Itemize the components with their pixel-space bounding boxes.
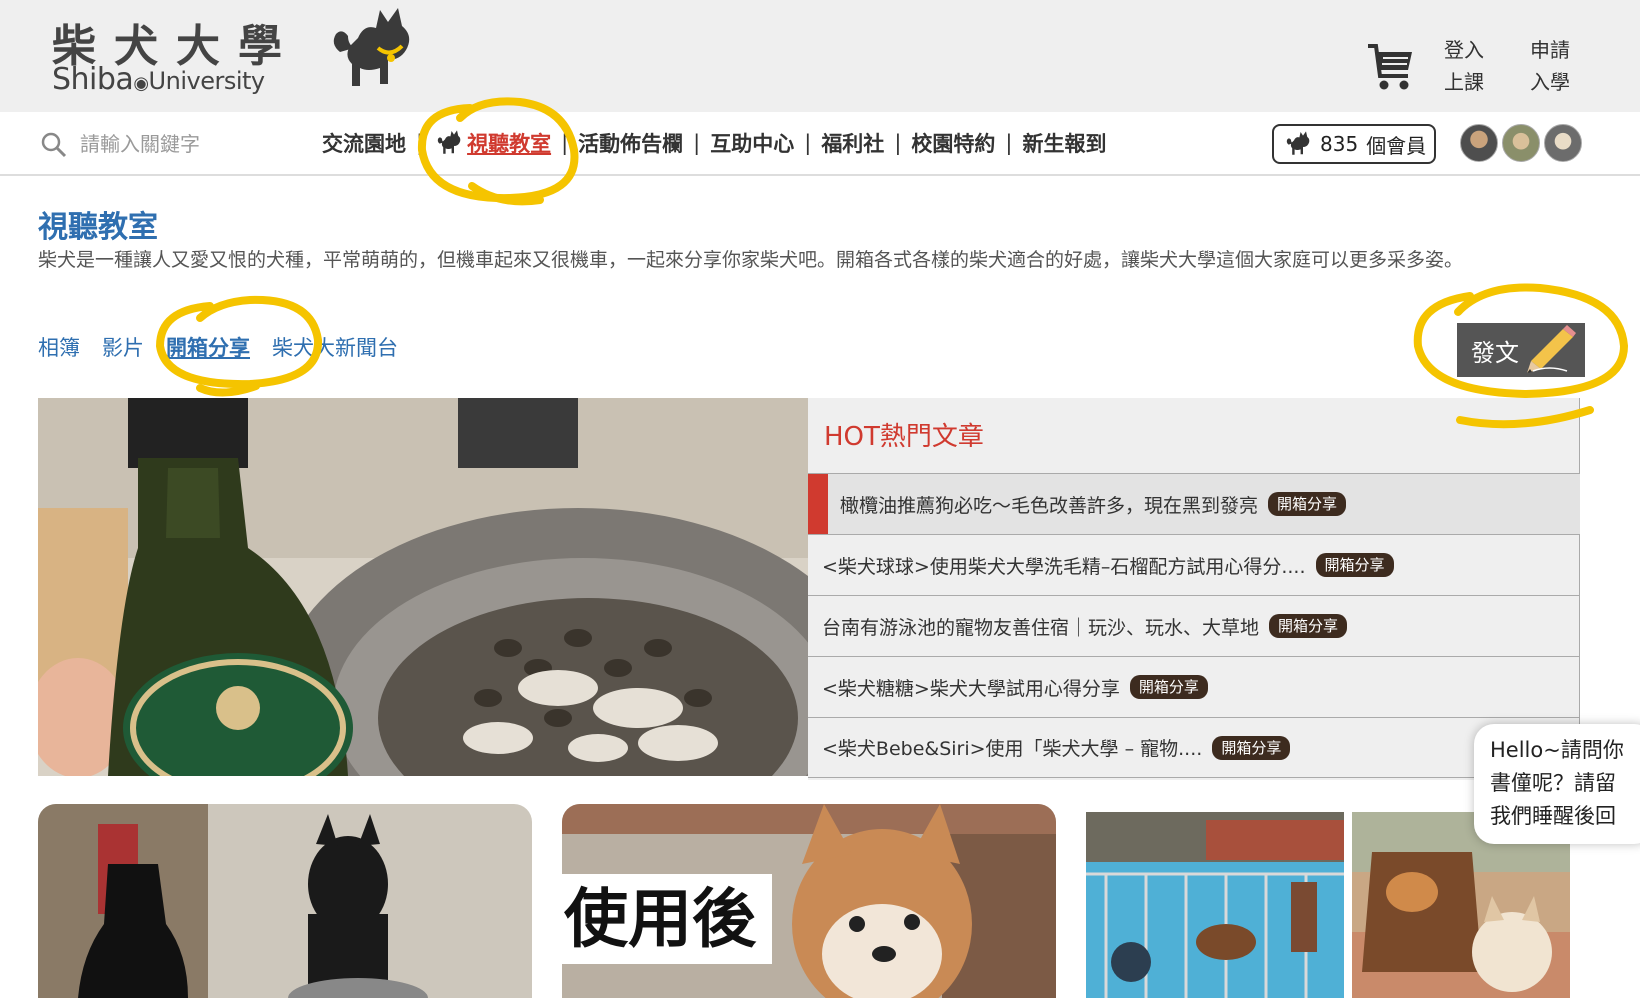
nav-item-welfare[interactable]: 福利社 (821, 128, 884, 158)
nav-separator: | (561, 131, 569, 155)
hot-article-title: 台南有游泳池的寵物友善住宿｜玩沙、玩水、大草地 (822, 616, 1260, 639)
sub-tabs: 相簿 影片 開箱分享 柴犬大新聞台 (38, 332, 398, 362)
chat-line: 我們睡醒後回 (1490, 804, 1616, 828)
hot-articles-panel: HOT熱門文章 橄欖油推薦狗必吃～毛色改善許多，現在黑到發亮 開箱分享 <柴犬球… (808, 398, 1580, 780)
chat-line: 書僮呢？請留 (1490, 771, 1616, 795)
search-box[interactable] (36, 127, 298, 161)
login-line1: 登入 (1444, 38, 1484, 62)
cart-icon[interactable] (1366, 40, 1416, 92)
pencil-icon (1527, 325, 1576, 373)
member-label: 個會員 (1366, 133, 1427, 158)
nav-separator: | (416, 131, 424, 155)
search-icon (41, 132, 67, 158)
post-card-image (1086, 812, 1344, 998)
hot-article-title: <柴犬糖糖>柴犬大學試用心得分享 (822, 677, 1120, 700)
olive-oil-photo (38, 398, 808, 776)
page-description: 柴犬是一種讓人又愛又恨的犬種，平常萌萌的，但機車起來又很機車，一起來分享你家柴犬… (38, 249, 1464, 271)
member-count-badge[interactable]: 835 個會員 (1272, 124, 1436, 164)
chat-line: Hello~請問你 (1490, 738, 1624, 762)
site-header: 柴犬大學 Shiba◉University 登入 上課 申請 入學 (0, 0, 1640, 112)
login-line2: 上課 (1444, 70, 1484, 94)
chat-widget-bubble[interactable]: Hello~請問你 書僮呢？請留 我們睡醒後回 (1474, 724, 1640, 844)
nav-separator: | (1005, 131, 1013, 155)
hot-article-title: <柴犬球球>使用柴犬大學洗毛精–石榴配方試用心得分.... (822, 555, 1306, 578)
post-card[interactable] (1086, 812, 1344, 1006)
hot-article-row[interactable]: <柴犬Bebe&Siri>使用「柴犬大學 – 寵物.... 開箱分享 (808, 717, 1580, 778)
nav-item-av-classroom[interactable]: 視聽教室 (433, 128, 551, 158)
nav-separator: | (804, 131, 812, 155)
avatar[interactable] (1460, 124, 1498, 162)
hot-article-tag[interactable]: 開箱分享 (1315, 553, 1394, 577)
highlight-tail-nav (468, 182, 544, 206)
tab-unboxing[interactable]: 開箱分享 (166, 332, 250, 362)
nav-menu: 交流園地 | 視聽教室 | 活動佈告欄 | 互助中心 | 福利社 | 校園特約 … (322, 128, 1106, 158)
avatar[interactable] (1502, 124, 1540, 162)
hot-article-row[interactable]: <柴犬糖糖>柴犬大學試用心得分享 開箱分享 (808, 656, 1580, 717)
nav-separator: | (894, 131, 902, 155)
tab-album[interactable]: 相簿 (38, 332, 80, 362)
hot-article-title: 橄欖油推薦狗必吃～毛色改善許多，現在黑到發亮 (840, 494, 1259, 517)
highlight-tail-subtab (196, 382, 260, 397)
member-count: 835 (1320, 132, 1359, 156)
nav-item-partners[interactable]: 校園特約 (911, 128, 995, 158)
nav-separator: | (693, 131, 701, 155)
apply-line2: 入學 (1530, 70, 1570, 94)
search-input[interactable] (78, 127, 298, 161)
post-card[interactable]: 使用後 (562, 804, 1056, 998)
nav-item-help-center[interactable]: 互助中心 (710, 128, 794, 158)
hot-article-row[interactable]: 台南有游泳池的寵物友善住宿｜玩沙、玩水、大草地 開箱分享 (808, 595, 1580, 656)
logo-paw-mark: ◉ (133, 73, 149, 94)
shiba-small-icon (437, 130, 461, 154)
tab-video[interactable]: 影片 (102, 332, 144, 362)
nav-item-newcomer[interactable]: 新生報到 (1022, 128, 1106, 158)
apply-line1: 申請 (1530, 38, 1570, 62)
post-button-label: 發文 (1471, 338, 1519, 367)
main-navbar: 交流園地 | 視聽教室 | 活動佈告欄 | 互助中心 | 福利社 | 校園特約 … (0, 112, 1640, 176)
tab-news[interactable]: 柴犬大新聞台 (272, 332, 398, 362)
post-card-image (38, 804, 532, 998)
hot-article-tag[interactable]: 開箱分享 (1269, 614, 1348, 638)
hot-article-tag[interactable]: 開箱分享 (1212, 735, 1291, 760)
shiba-logo-icon (333, 8, 410, 86)
hot-article-row[interactable]: 橄欖油推薦狗必吃～毛色改善許多，現在黑到發亮 開箱分享 (808, 473, 1580, 534)
hot-article-tag[interactable]: 開箱分享 (1268, 492, 1347, 516)
featured-post-image[interactable] (38, 398, 808, 776)
login-link[interactable]: 登入 上課 (1444, 34, 1484, 98)
post-card-caption: 使用後 (564, 883, 756, 957)
hot-article-tag[interactable]: 開箱分享 (1129, 675, 1208, 699)
logo-english[interactable]: Shiba◉University (52, 62, 265, 97)
hot-article-row[interactable]: <柴犬球球>使用柴犬大學洗毛精–石榴配方試用心得分.... 開箱分享 (808, 534, 1580, 595)
nav-item-events[interactable]: 活動佈告欄 (578, 128, 683, 158)
logo-english-part1: Shiba (52, 62, 134, 97)
nav-item-exchange[interactable]: 交流園地 (322, 128, 406, 158)
hot-article-title: <柴犬Bebe&Siri>使用「柴犬大學 – 寵物.... (822, 738, 1203, 760)
logo-english-part2: University (148, 67, 266, 95)
post-card[interactable] (38, 804, 532, 998)
apply-link[interactable]: 申請 入學 (1530, 34, 1570, 98)
shiba-small-icon (1286, 131, 1310, 155)
post-button[interactable]: 發文 (1457, 323, 1585, 377)
hot-articles-title: HOT熱門文章 (824, 422, 984, 452)
nav-item-av-classroom-label: 視聽教室 (467, 132, 552, 156)
avatar[interactable] (1544, 124, 1582, 162)
